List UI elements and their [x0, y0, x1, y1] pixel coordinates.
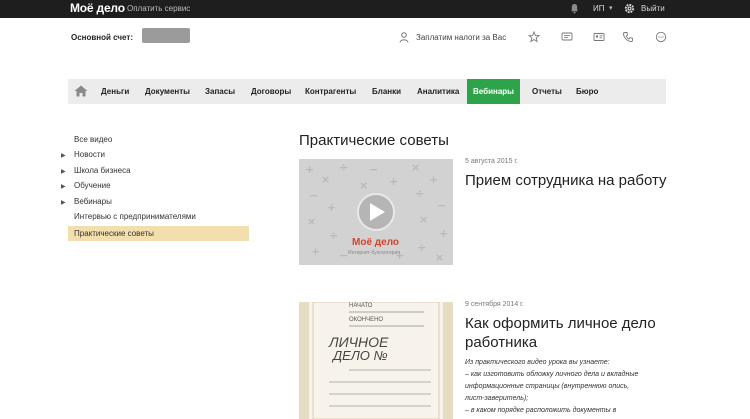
article-desc-line: – как изготовить обложку личного дела и … — [465, 371, 639, 378]
caret-right-icon[interactable]: ▶ — [61, 152, 66, 159]
svg-text:×: × — [435, 251, 444, 264]
nav-item-bureau[interactable]: Бюро — [576, 79, 598, 104]
article-desc-line: – в каком порядке расположить документы … — [465, 407, 617, 414]
article-title-line2[interactable]: работника — [465, 333, 537, 353]
svg-text:+: + — [429, 173, 438, 186]
caret-right-icon[interactable]: ▶ — [61, 199, 66, 206]
pay-service-link[interactable]: Оплатить сервис — [127, 4, 190, 13]
chat-icon[interactable] — [561, 31, 573, 43]
article-desc-line: информационные страницы (внутреннюю опис… — [465, 383, 630, 390]
nav-item-contractors[interactable]: Контрагенты — [305, 79, 356, 104]
sidebar-item-all-videos[interactable]: Все видео — [74, 135, 112, 144]
bell-icon[interactable] — [570, 3, 579, 14]
svg-text:÷: ÷ — [329, 229, 338, 242]
person-icon[interactable] — [399, 32, 409, 43]
svg-text:×: × — [411, 161, 420, 174]
article-title[interactable]: Прием сотрудника на работу — [465, 171, 667, 191]
article-title-line1[interactable]: Как оформить личное дело — [465, 314, 656, 334]
svg-text:+: + — [305, 163, 314, 176]
article-date: 5 августа 2015 г. — [465, 158, 519, 165]
svg-text:−: − — [339, 249, 348, 262]
nav-item-reports[interactable]: Отчеты — [532, 79, 562, 104]
caret-right-icon[interactable]: ▶ — [61, 183, 66, 190]
sidebar-item-webinars[interactable]: Вебинары — [74, 197, 112, 206]
svg-text:−: − — [437, 199, 446, 212]
svg-text:÷: ÷ — [417, 241, 426, 254]
svg-text:×: × — [419, 213, 428, 226]
nav-item-documents[interactable]: Документы — [145, 79, 190, 104]
account-label: Основной счет: — [71, 33, 133, 42]
page-title: Практические советы — [299, 132, 449, 149]
account-balance-hidden — [142, 28, 190, 43]
article-desc-line: Из практического видео урока вы узнаете: — [465, 359, 610, 366]
taxes-link[interactable]: Заплатим налоги за Вас — [416, 33, 506, 42]
svg-text:÷: ÷ — [415, 187, 424, 200]
message-bubble-icon[interactable] — [655, 31, 667, 43]
top-bar: Моё дело Оплатить сервис ИП ▾ Выйти — [0, 0, 750, 18]
user-menu[interactable]: ИП — [593, 4, 605, 13]
document-thumbnail[interactable]: НАЧАТО ОКОНЧЕНО ЛИЧНОЕ ДЕЛО № — [299, 302, 453, 419]
svg-text:×: × — [359, 179, 368, 192]
phone-icon[interactable] — [622, 31, 634, 43]
svg-text:−: − — [309, 189, 318, 202]
home-icon[interactable] — [74, 85, 88, 97]
sidebar-item-training[interactable]: Обучение — [74, 181, 111, 190]
svg-text:+: + — [327, 201, 336, 214]
svg-text:×: × — [307, 215, 316, 228]
sidebar-item-practical-tips[interactable]: Практические советы — [74, 229, 154, 238]
chevron-down-icon[interactable]: ▾ — [609, 4, 613, 12]
main-nav: Деньги Документы Запасы Договоры Контраг… — [68, 79, 666, 104]
svg-text:+: + — [439, 227, 448, 240]
nav-item-webinars[interactable]: Вебинары — [467, 79, 520, 104]
sidebar-item-news[interactable]: Новости — [74, 150, 105, 159]
thumb-started-label: НАЧАТО — [349, 303, 373, 309]
sidebar-item-interviews[interactable]: Интервью с предпринимателями — [74, 212, 196, 221]
video-thumbnail[interactable]: + × ÷ − + × ÷ + − × + ÷ − × + ÷ × + − + × Моё дело Инт… — [299, 159, 453, 265]
svg-text:÷: ÷ — [339, 161, 348, 174]
thumb-logo: Моё дело — [352, 237, 400, 248]
id-card-icon[interactable] — [593, 31, 605, 43]
caret-right-icon[interactable]: ▶ — [61, 168, 66, 175]
thumb-title-line2: ДЕЛО № — [333, 348, 388, 363]
nav-item-analytics[interactable]: Аналитика — [417, 79, 459, 104]
nav-item-stock[interactable]: Запасы — [205, 79, 235, 104]
article-date: 9 сентября 2014 г. — [465, 301, 524, 308]
logo[interactable]: Моё дело — [70, 1, 125, 15]
svg-text:+: + — [389, 175, 398, 188]
logout-link[interactable]: Выйти — [641, 4, 665, 13]
gear-icon[interactable] — [624, 3, 635, 14]
star-icon[interactable] — [528, 31, 540, 43]
svg-text:−: − — [369, 163, 378, 176]
thumb-tagline: Интернет-бухгалтерия — [348, 250, 400, 256]
svg-text:×: × — [321, 173, 330, 186]
nav-item-money[interactable]: Деньги — [101, 79, 129, 104]
nav-item-contracts[interactable]: Договоры — [251, 79, 291, 104]
thumb-finished-label: ОКОНЧЕНО — [349, 317, 384, 323]
sidebar-item-business-school[interactable]: Школа бизнеса — [74, 166, 131, 175]
svg-text:+: + — [311, 245, 320, 258]
article-desc-line: лист-заверитель); — [465, 395, 529, 402]
nav-item-forms[interactable]: Бланки — [372, 79, 401, 104]
